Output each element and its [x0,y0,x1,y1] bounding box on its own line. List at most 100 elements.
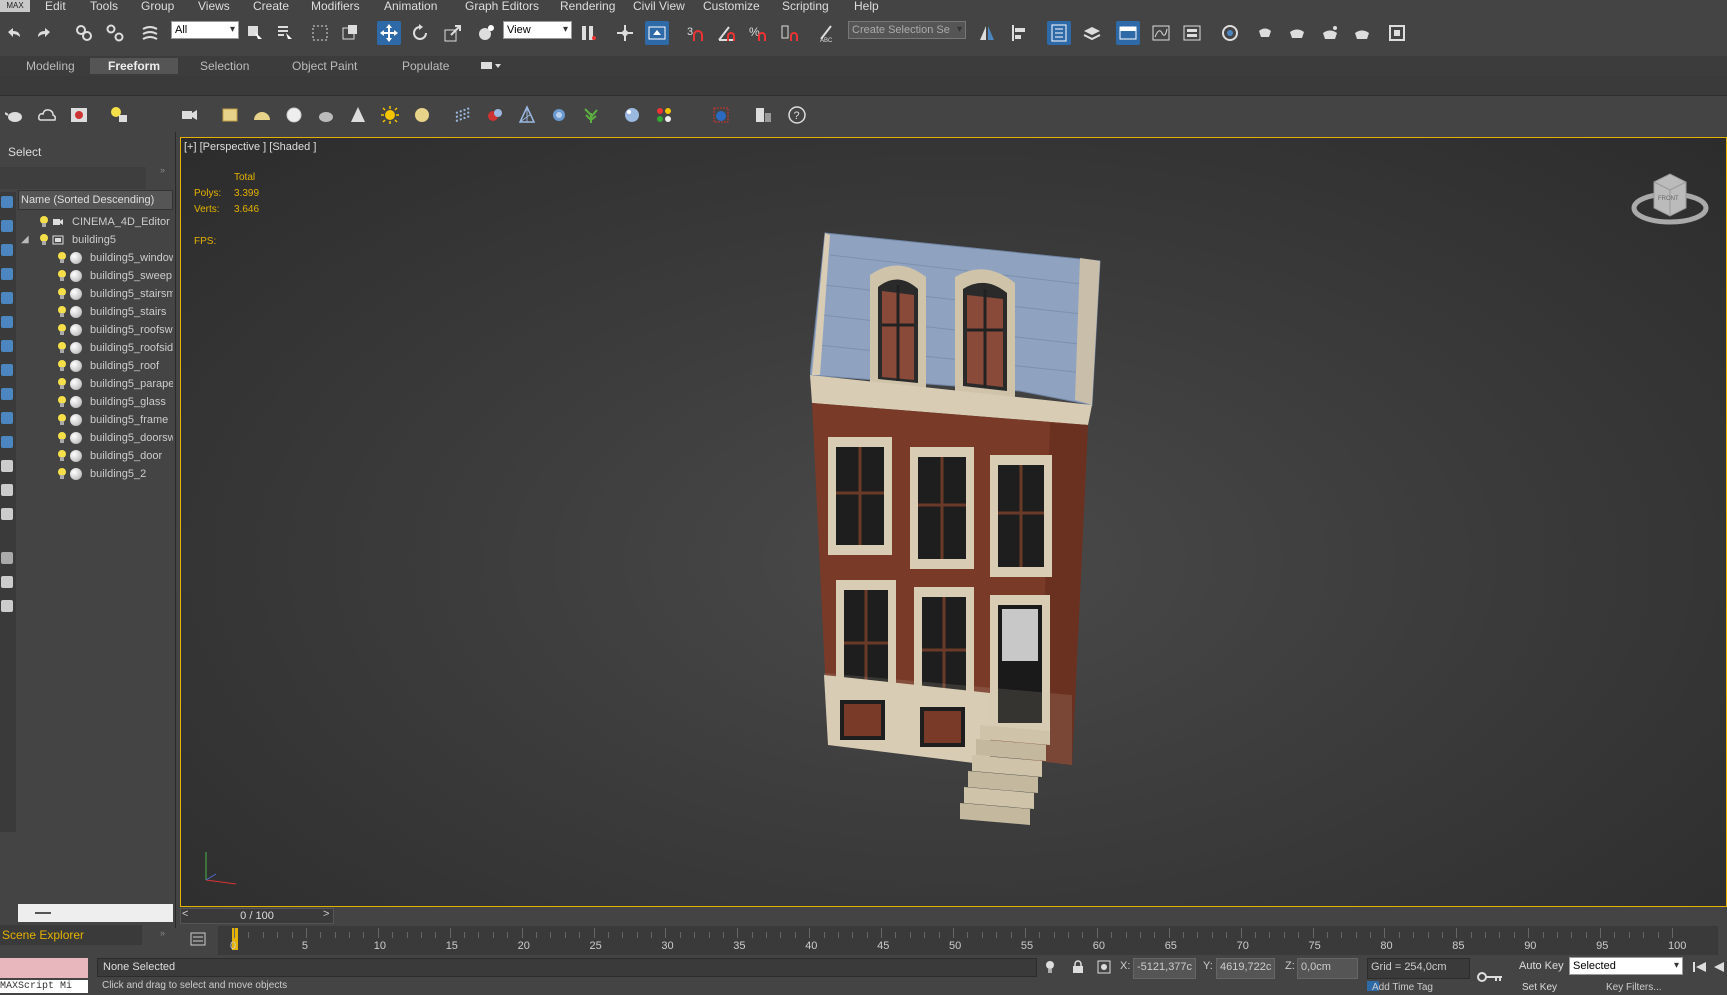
toggle-scene-explorer-icon[interactable] [1047,21,1071,45]
help-icon[interactable]: ? [786,104,808,126]
set-key-mode-icon[interactable] [1476,970,1506,984]
named-selection-set-input[interactable]: Create Selection Se [848,21,966,39]
go-to-start-icon[interactable] [1692,960,1708,974]
visibility-bulb-icon[interactable] [58,378,66,389]
menu-rendering[interactable]: Rendering [560,0,615,13]
previous-frame-icon[interactable] [1712,960,1726,974]
cloud-icon[interactable] [36,104,58,126]
asset-tracking-icon[interactable] [752,104,774,126]
select-and-place-icon[interactable] [474,21,498,45]
key-selection-set-select[interactable]: Selected [1569,957,1683,975]
visibility-bulb-icon[interactable] [58,252,66,263]
menu-edit[interactable]: Edit [45,0,66,13]
visibility-bulb-icon[interactable] [58,450,66,461]
keyboard-shortcut-override-icon[interactable] [645,21,669,45]
visibility-bulb-icon[interactable] [58,324,66,335]
render-frame-icon[interactable] [68,104,90,126]
render-scene-icon[interactable] [710,104,732,126]
tab-modeling[interactable]: Modeling [26,58,75,74]
display-geometry-icon[interactable] [1,196,13,208]
sun-light-icon[interactable] [379,104,401,126]
box-primitive-icon[interactable] [219,104,241,126]
menu-civil-view[interactable]: Civil View [633,0,685,13]
display-bones-icon[interactable] [1,388,13,400]
ribbon-options-icon[interactable] [480,60,502,72]
undo-icon[interactable] [2,21,26,45]
display-none-icon[interactable] [1,484,13,496]
visibility-bulb-icon[interactable] [58,288,66,299]
tree-row-building5-roof[interactable]: building5_roof [18,357,173,375]
display-cameras-icon[interactable] [1,268,13,280]
tree-row-building5-roofsid[interactable]: building5_roofsid [18,339,173,357]
rendered-frame-window-icon[interactable] [1285,21,1309,45]
menu-create[interactable]: Create [253,0,289,13]
find-icon[interactable] [1,576,13,588]
auto-key-button[interactable]: Auto Key [1519,960,1564,972]
toggle-layer-explorer-icon[interactable] [1080,21,1104,45]
tree-row-building5-doorsw[interactable]: building5_doorsw [18,429,173,447]
rectangular-selection-icon[interactable] [308,21,332,45]
select-object-icon[interactable] [243,21,267,45]
select-menu-label[interactable]: Select [8,145,41,159]
visibility-bulb-icon[interactable] [58,396,66,407]
scene-explorer-title[interactable]: Scene Explorer [0,925,142,945]
menu-group[interactable]: Group [141,0,174,13]
search-field[interactable] [0,167,146,189]
angle-snap-icon[interactable] [715,21,739,45]
tree-row-building5-sweep[interactable]: building5_sweep [18,267,173,285]
sphere-primitive-icon[interactable] [283,104,305,126]
track-bar[interactable] [218,926,1718,956]
tab-object-paint[interactable]: Object Paint [292,58,357,74]
align-icon[interactable] [1008,21,1032,45]
selection-lock-icon[interactable] [1071,960,1085,974]
visibility-bulb-icon[interactable] [40,234,48,245]
redo-icon[interactable] [32,21,56,45]
schematic-view-icon[interactable] [1180,21,1204,45]
tree-row-cinema-4d-editor[interactable]: CINEMA_4D_Editor [18,213,173,231]
tree-row-building5-frame[interactable]: building5_frame [18,411,173,429]
select-by-name-icon[interactable] [273,21,297,45]
window-crossing-icon[interactable] [338,21,362,45]
display-space-warps-icon[interactable] [1,316,13,328]
display-lights-icon[interactable] [1,244,13,256]
edit-named-selection-icon[interactable]: ABC [815,21,839,45]
spinner-snap-icon[interactable] [778,21,802,45]
panel-collapse-icon[interactable]: » [160,928,165,938]
visibility-bulb-icon[interactable] [58,270,66,281]
select-and-rotate-icon[interactable] [408,21,432,45]
particle-system-icon[interactable] [452,104,474,126]
visibility-bulb-icon[interactable] [40,216,48,227]
systems-icon[interactable] [548,104,570,126]
key-filters-button[interactable]: Key Filters... [1606,982,1662,993]
selection-filter-select[interactable]: All [171,21,239,39]
visibility-bulb-icon[interactable] [58,468,66,479]
tree-row-building5-window[interactable]: building5_window [18,249,173,267]
set-key-button[interactable]: Set Key [1522,982,1557,993]
display-helpers-icon[interactable] [1,292,13,304]
select-and-move-icon[interactable] [377,21,401,45]
render-production-icon[interactable] [1318,21,1342,45]
link-icon[interactable] [72,21,96,45]
add-time-tag[interactable]: Add Time Tag [1372,982,1433,993]
app-logo[interactable]: MAX [0,0,30,12]
visibility-bulb-icon[interactable] [58,432,66,443]
material-editor-icon[interactable] [1218,21,1242,45]
menu-scripting[interactable]: Scripting [782,0,829,13]
absolute-mode-icon[interactable] [1097,960,1111,974]
menu-views[interactable]: Views [198,0,230,13]
viewcube[interactable] [1630,168,1710,236]
compound-objects-icon[interactable] [484,104,506,126]
snaps-toggle-icon[interactable]: 3 [683,21,707,45]
display-groups-icon[interactable] [1,340,13,352]
visibility-bulb-icon[interactable] [58,414,66,425]
panel-expand-icon[interactable]: » [160,165,170,175]
display-all-icon[interactable] [1,460,13,472]
render-setup-icon[interactable] [1253,21,1277,45]
menu-modifiers[interactable]: Modifiers [311,0,360,13]
display-containers-icon[interactable] [1,412,13,424]
unlink-icon[interactable] [103,21,127,45]
isolate-selection-icon[interactable] [1043,960,1057,974]
material-sphere-icon[interactable] [621,104,643,126]
y-coord-field[interactable]: 4619,722c [1216,958,1275,979]
visibility-bulb-icon[interactable] [58,360,66,371]
